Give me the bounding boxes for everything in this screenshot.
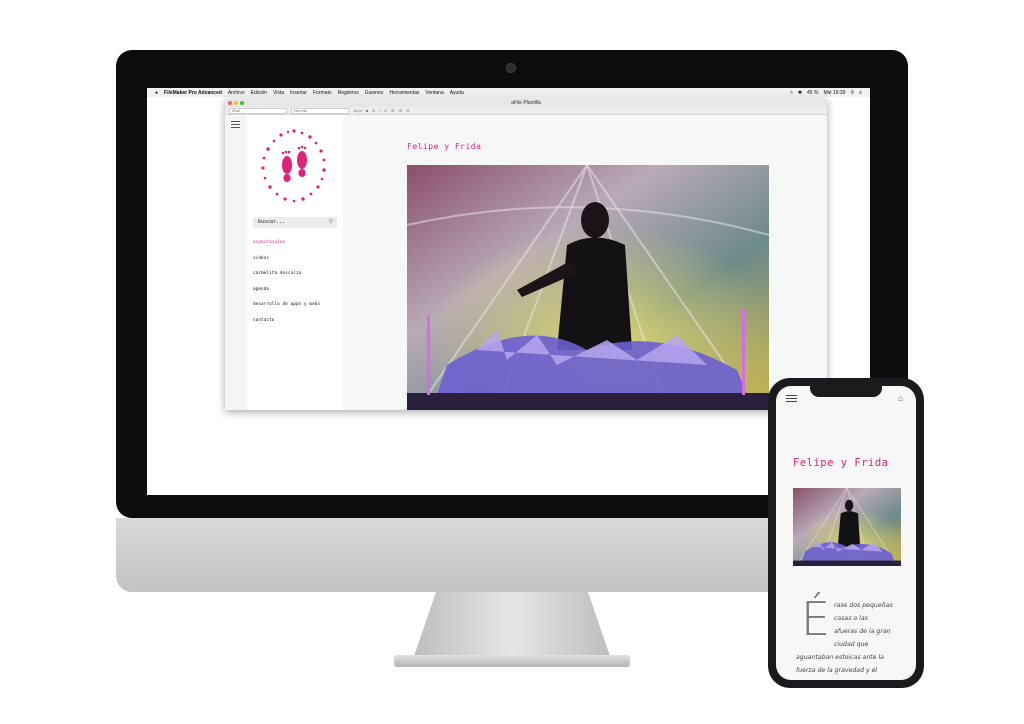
- story-line-2: casas a las: [834, 615, 868, 622]
- menu-guiones[interactable]: Guiones: [365, 90, 384, 96]
- menu-herramientas[interactable]: Herramientas: [389, 90, 419, 96]
- battery-percent[interactable]: 45 %: [807, 90, 818, 96]
- style-select[interactable]: Normal: [291, 107, 349, 114]
- search-icon[interactable]: ⚲: [329, 219, 333, 225]
- menu-ventana[interactable]: Ventana: [425, 90, 443, 96]
- control-center-icon[interactable]: ≡: [859, 90, 862, 96]
- menu-formato[interactable]: Formato: [313, 90, 332, 96]
- imac-stand-base: [394, 655, 630, 667]
- nav-espectaculos[interactable]: espectáculos: [253, 240, 320, 245]
- phone-hamburger-menu-icon[interactable]: [786, 395, 797, 404]
- zoom-window-button[interactable]: [240, 101, 244, 105]
- align-center-icon[interactable]: ☰: [399, 108, 403, 113]
- story-line-6: fuerza de la gravedad y el: [796, 667, 878, 674]
- story-line-4: ciudad que: [834, 641, 869, 648]
- layout-body: buscar... ⚲ espectáculos videos carmelit…: [225, 115, 827, 410]
- italic-icon[interactable]: I: [379, 108, 380, 113]
- spotlight-icon[interactable]: ⚲: [850, 90, 854, 96]
- imac-stand: [412, 592, 612, 662]
- nav-videos[interactable]: videos: [253, 256, 320, 261]
- nav-contacto[interactable]: contacto: [253, 318, 320, 323]
- story-line-1: rase dos pequeñas: [834, 602, 893, 609]
- font-size-select[interactable]: 18 pt: [353, 108, 362, 113]
- nav-carmelita-descalza[interactable]: carmelita descalza: [253, 271, 320, 276]
- desktop-screen: ● FileMaker Pro Advanced Archivo Edición…: [147, 88, 870, 495]
- align-right-icon[interactable]: ☰: [406, 108, 410, 113]
- nav-desarrollo-apps[interactable]: desarrollo de apps y webs: [253, 302, 320, 307]
- hamburger-menu-icon[interactable]: [231, 121, 240, 128]
- menu-edicion[interactable]: Edición: [251, 90, 267, 96]
- window-titlebar: aFile Plantilla: [225, 99, 827, 107]
- camera-icon: [506, 63, 516, 73]
- apple-icon[interactable]: ●: [155, 90, 158, 96]
- text-color-icon[interactable]: ■: [366, 108, 368, 113]
- main-content: Felipe y Frida: [343, 115, 827, 410]
- story-line-5: aguantaban estoicas ante la: [796, 654, 884, 661]
- phone-show-photo: [793, 488, 901, 566]
- phone-screen: ⌂ Felipe y Frida É rase dos pequeñas cas…: [776, 386, 916, 680]
- menu-vista[interactable]: Vista: [273, 90, 284, 96]
- format-toolbar: Arial Normal 18 pt ■ B I U ☰ ☰ ☰: [225, 107, 827, 115]
- filemaker-window: aFile Plantilla Arial Normal 18 pt ■ B I…: [225, 99, 827, 410]
- menu-app-name[interactable]: FileMaker Pro Advanced: [164, 90, 222, 96]
- menu-ayuda[interactable]: Ayuda: [450, 90, 464, 96]
- bold-icon[interactable]: B: [372, 108, 375, 113]
- font-select[interactable]: Arial: [229, 107, 287, 114]
- story-line-3: afueras de la gran: [834, 628, 891, 635]
- menu-archivo[interactable]: Archivo: [228, 90, 245, 96]
- underline-icon[interactable]: U: [384, 108, 387, 113]
- phone-page-title: Felipe y Frida: [793, 457, 889, 469]
- sidebar: buscar... ⚲ espectáculos videos carmelit…: [247, 115, 343, 410]
- search-placeholder: buscar...: [258, 219, 286, 225]
- mac-menubar: ● FileMaker Pro Advanced Archivo Edición…: [147, 88, 870, 97]
- menu-insertar[interactable]: Insertar: [290, 90, 307, 96]
- window-title: aFile Plantilla: [511, 100, 541, 106]
- bluetooth-icon[interactable]: ✱: [798, 90, 802, 96]
- minimize-window-button[interactable]: [234, 101, 238, 105]
- menu-registros[interactable]: Registros: [338, 90, 359, 96]
- clock[interactable]: Mié 19:39: [823, 90, 845, 96]
- footprints-logo-icon: [261, 129, 326, 203]
- nav-agenda[interactable]: agenda: [253, 287, 320, 292]
- sidebar-nav: espectáculos videos carmelita descalza a…: [253, 240, 320, 333]
- drop-cap: É: [801, 592, 831, 646]
- close-window-button[interactable]: [228, 101, 232, 105]
- phone-home-icon[interactable]: ⌂: [898, 395, 906, 403]
- search-input[interactable]: buscar... ⚲: [253, 217, 337, 228]
- page-title: Felipe y Frida: [407, 142, 482, 151]
- align-left-icon[interactable]: ☰: [391, 108, 395, 113]
- show-photo: [407, 165, 769, 410]
- phone-notch: [810, 386, 882, 397]
- wifi-icon[interactable]: ≈: [790, 90, 793, 96]
